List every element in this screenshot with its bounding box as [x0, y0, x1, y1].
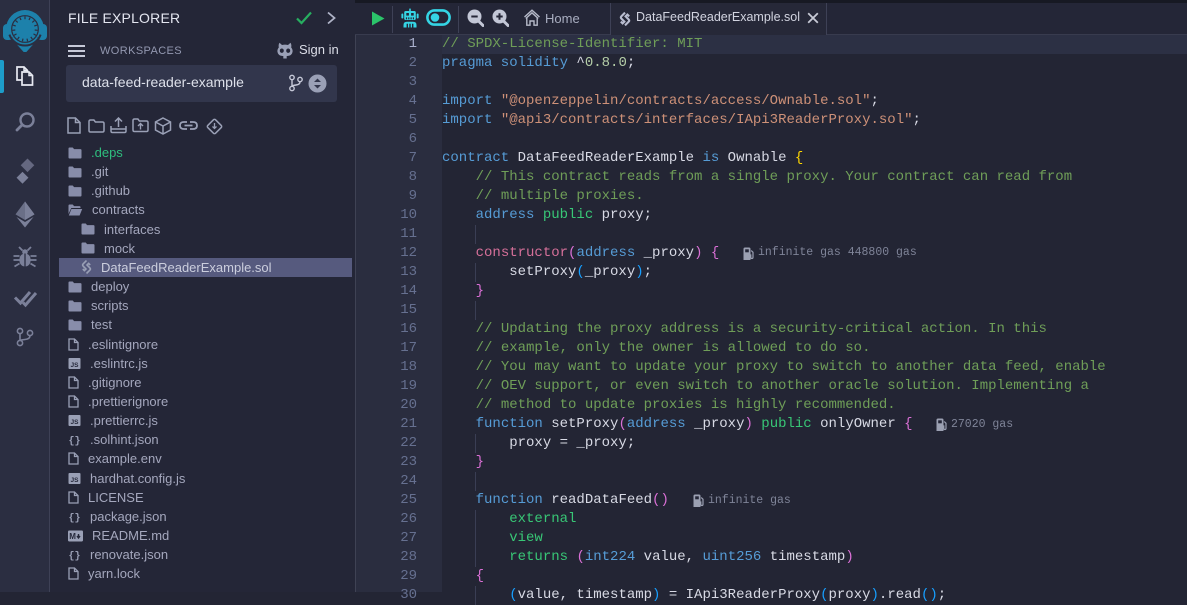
- svg-text:JS: JS: [71, 477, 80, 484]
- svg-text:{}: {}: [68, 551, 80, 562]
- svg-text:M: M: [69, 532, 76, 541]
- svg-text:JS: JS: [71, 419, 80, 426]
- svg-text:{}: {}: [68, 436, 80, 447]
- svg-text:{}: {}: [68, 512, 80, 523]
- svg-text:JS: JS: [71, 362, 80, 369]
